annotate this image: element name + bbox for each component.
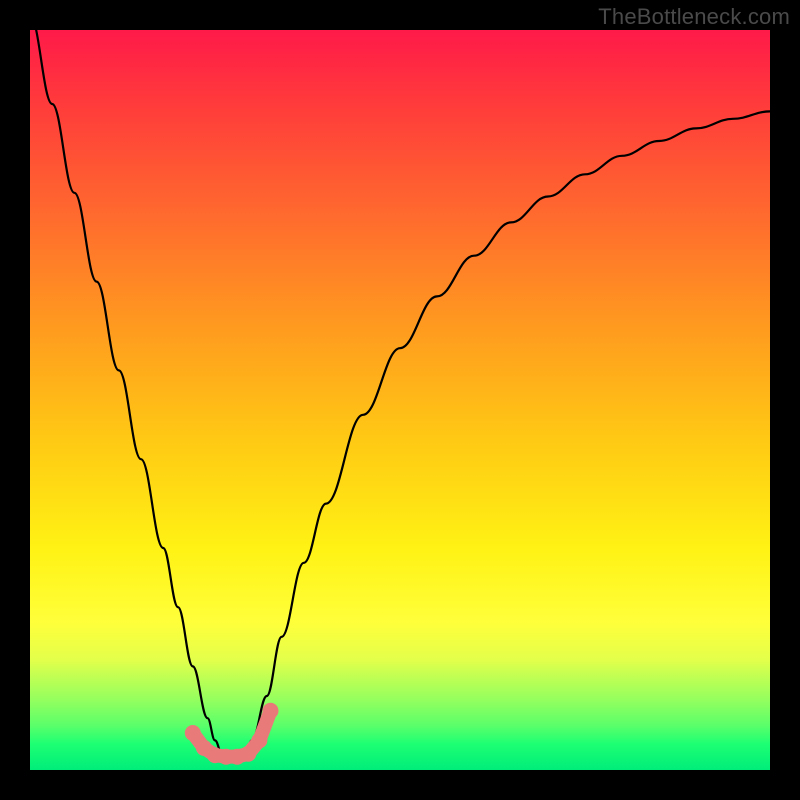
curve-svg xyxy=(30,30,770,770)
highlight-dot xyxy=(240,746,256,762)
highlight-dot xyxy=(251,732,267,748)
highlight-markers-group xyxy=(185,703,279,765)
chart-frame: TheBottleneck.com xyxy=(0,0,800,800)
plot-area xyxy=(30,30,770,770)
bottleneck-curve-path xyxy=(30,15,770,759)
watermark-text: TheBottleneck.com xyxy=(598,4,790,30)
highlight-dot xyxy=(263,703,279,719)
highlight-dot xyxy=(185,725,201,741)
